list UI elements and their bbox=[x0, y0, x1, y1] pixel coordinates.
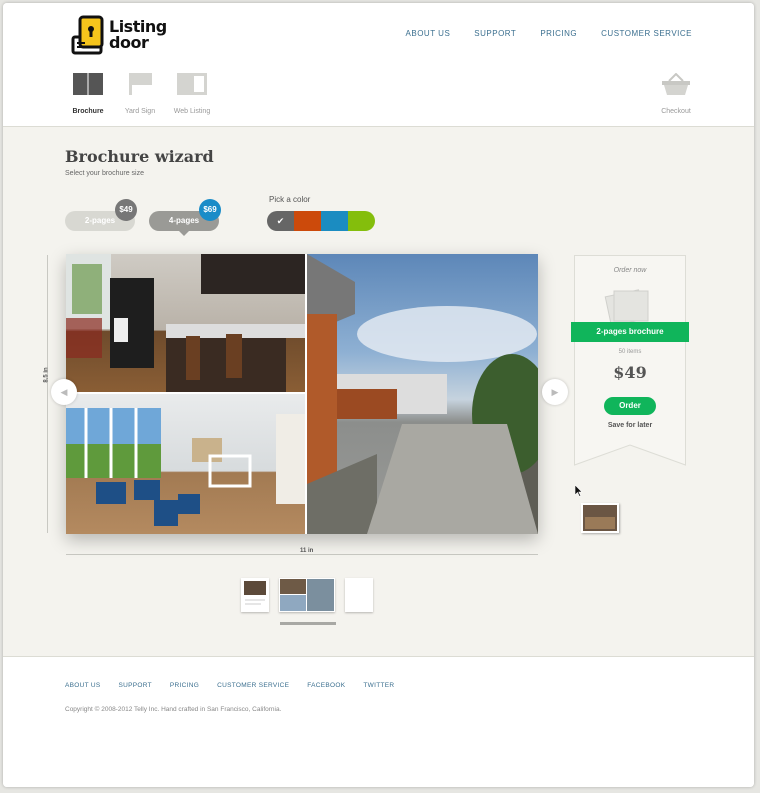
next-page-button[interactable]: ▶ bbox=[542, 379, 568, 405]
web-listing-icon bbox=[177, 73, 207, 95]
price-badge-4-pages: $69 bbox=[199, 199, 221, 221]
footer-link-support[interactable]: SUPPORT bbox=[119, 682, 152, 689]
brand-name-line2: door bbox=[109, 33, 149, 52]
photo-kitchen bbox=[66, 254, 305, 392]
page-frame: Listing door ABOUT US SUPPORT PRICING CU… bbox=[3, 3, 754, 787]
save-for-later-link[interactable]: Save for later bbox=[574, 422, 686, 429]
footer-nav: ABOUT US SUPPORT PRICING CUSTOMER SERVIC… bbox=[65, 682, 394, 689]
footer-link-pricing[interactable]: PRICING bbox=[170, 682, 199, 689]
brand-name: Listing door bbox=[109, 19, 167, 51]
site-footer: ABOUT US SUPPORT PRICING CUSTOMER SERVIC… bbox=[3, 658, 754, 787]
saved-thumbnail[interactable] bbox=[581, 503, 619, 533]
chevron-right-icon: ▶ bbox=[551, 387, 559, 397]
wizard-area: Brochure wizard Select your brochure siz… bbox=[3, 127, 754, 657]
page-thumbnails bbox=[241, 578, 373, 612]
footer-link-customer-service[interactable]: CUSTOMER SERVICE bbox=[217, 682, 289, 689]
nav-customer-service[interactable]: CUSTOMER SERVICE bbox=[601, 29, 692, 38]
mouse-cursor-icon bbox=[575, 485, 583, 497]
page-subtitle: Select your brochure size bbox=[65, 170, 144, 177]
order-card: Order now 2-pages brochure 50 items $49 … bbox=[571, 255, 689, 467]
color-swatch-gray[interactable]: ✔ bbox=[267, 211, 294, 231]
thumbnail-back[interactable] bbox=[345, 578, 373, 612]
basket-icon bbox=[662, 72, 690, 95]
page-title: Brochure wizard bbox=[65, 147, 214, 166]
height-guide bbox=[47, 255, 48, 533]
chevron-left-icon: ◀ bbox=[60, 387, 68, 397]
logo[interactable]: Listing door bbox=[69, 15, 179, 57]
brochure-icon bbox=[73, 73, 103, 95]
order-heading: Order now bbox=[613, 267, 647, 274]
photo-living-room bbox=[66, 394, 305, 534]
thumbnail-spread[interactable] bbox=[279, 578, 335, 612]
color-swatch-green[interactable] bbox=[348, 211, 375, 231]
photo-exterior bbox=[307, 254, 538, 534]
thumbnail-selected-indicator bbox=[280, 622, 336, 625]
width-label: 11 in bbox=[296, 548, 318, 554]
footer-link-twitter[interactable]: TWITTER bbox=[363, 682, 394, 689]
price-badge-2-pages: $49 bbox=[115, 199, 137, 221]
tool-web-listing-label: Web Listing bbox=[173, 108, 211, 115]
item-count: 50 items bbox=[618, 349, 642, 355]
checkmark-icon: ✔ bbox=[276, 216, 285, 226]
nav-support[interactable]: SUPPORT bbox=[474, 29, 516, 38]
site-header: Listing door ABOUT US SUPPORT PRICING CU… bbox=[3, 3, 754, 127]
product-tools: Brochure Yard Sign Web Listing bbox=[65, 73, 215, 115]
top-nav: ABOUT US SUPPORT PRICING CUSTOMER SERVIC… bbox=[406, 29, 692, 38]
checkout-button[interactable]: Checkout bbox=[658, 72, 694, 115]
tool-web-listing[interactable]: Web Listing bbox=[169, 73, 215, 115]
footer-link-about-us[interactable]: ABOUT US bbox=[65, 682, 101, 689]
tool-yard-sign[interactable]: Yard Sign bbox=[117, 73, 163, 115]
tool-yard-sign-label: Yard Sign bbox=[124, 108, 156, 115]
door-logo-icon bbox=[71, 15, 104, 55]
order-button[interactable]: Order bbox=[604, 397, 656, 415]
tool-brochure-label: Brochure bbox=[72, 108, 104, 115]
copyright-text: Copyright © 2008-2012 Telly Inc. Hand cr… bbox=[65, 706, 282, 713]
prev-page-button[interactable]: ◀ bbox=[51, 379, 77, 405]
color-picker: ✔ bbox=[267, 211, 375, 231]
thumbnail-cover[interactable] bbox=[241, 578, 269, 612]
color-picker-label: Pick a color bbox=[269, 195, 311, 204]
brochure-preview[interactable] bbox=[66, 254, 538, 534]
product-ribbon: 2-pages brochure bbox=[571, 322, 689, 342]
width-guide bbox=[66, 554, 538, 555]
order-card-background bbox=[574, 255, 686, 466]
color-swatch-orange[interactable] bbox=[294, 211, 321, 231]
color-swatch-blue[interactable] bbox=[321, 211, 348, 231]
nav-about-us[interactable]: ABOUT US bbox=[406, 29, 451, 38]
tool-brochure[interactable]: Brochure bbox=[65, 73, 111, 115]
checkout-label: Checkout bbox=[661, 108, 691, 115]
nav-pricing[interactable]: PRICING bbox=[540, 29, 577, 38]
footer-link-facebook[interactable]: FACEBOOK bbox=[307, 682, 345, 689]
yard-sign-icon bbox=[129, 73, 152, 95]
height-label: 8.5 in bbox=[43, 367, 50, 383]
order-price: $49 bbox=[613, 363, 647, 382]
